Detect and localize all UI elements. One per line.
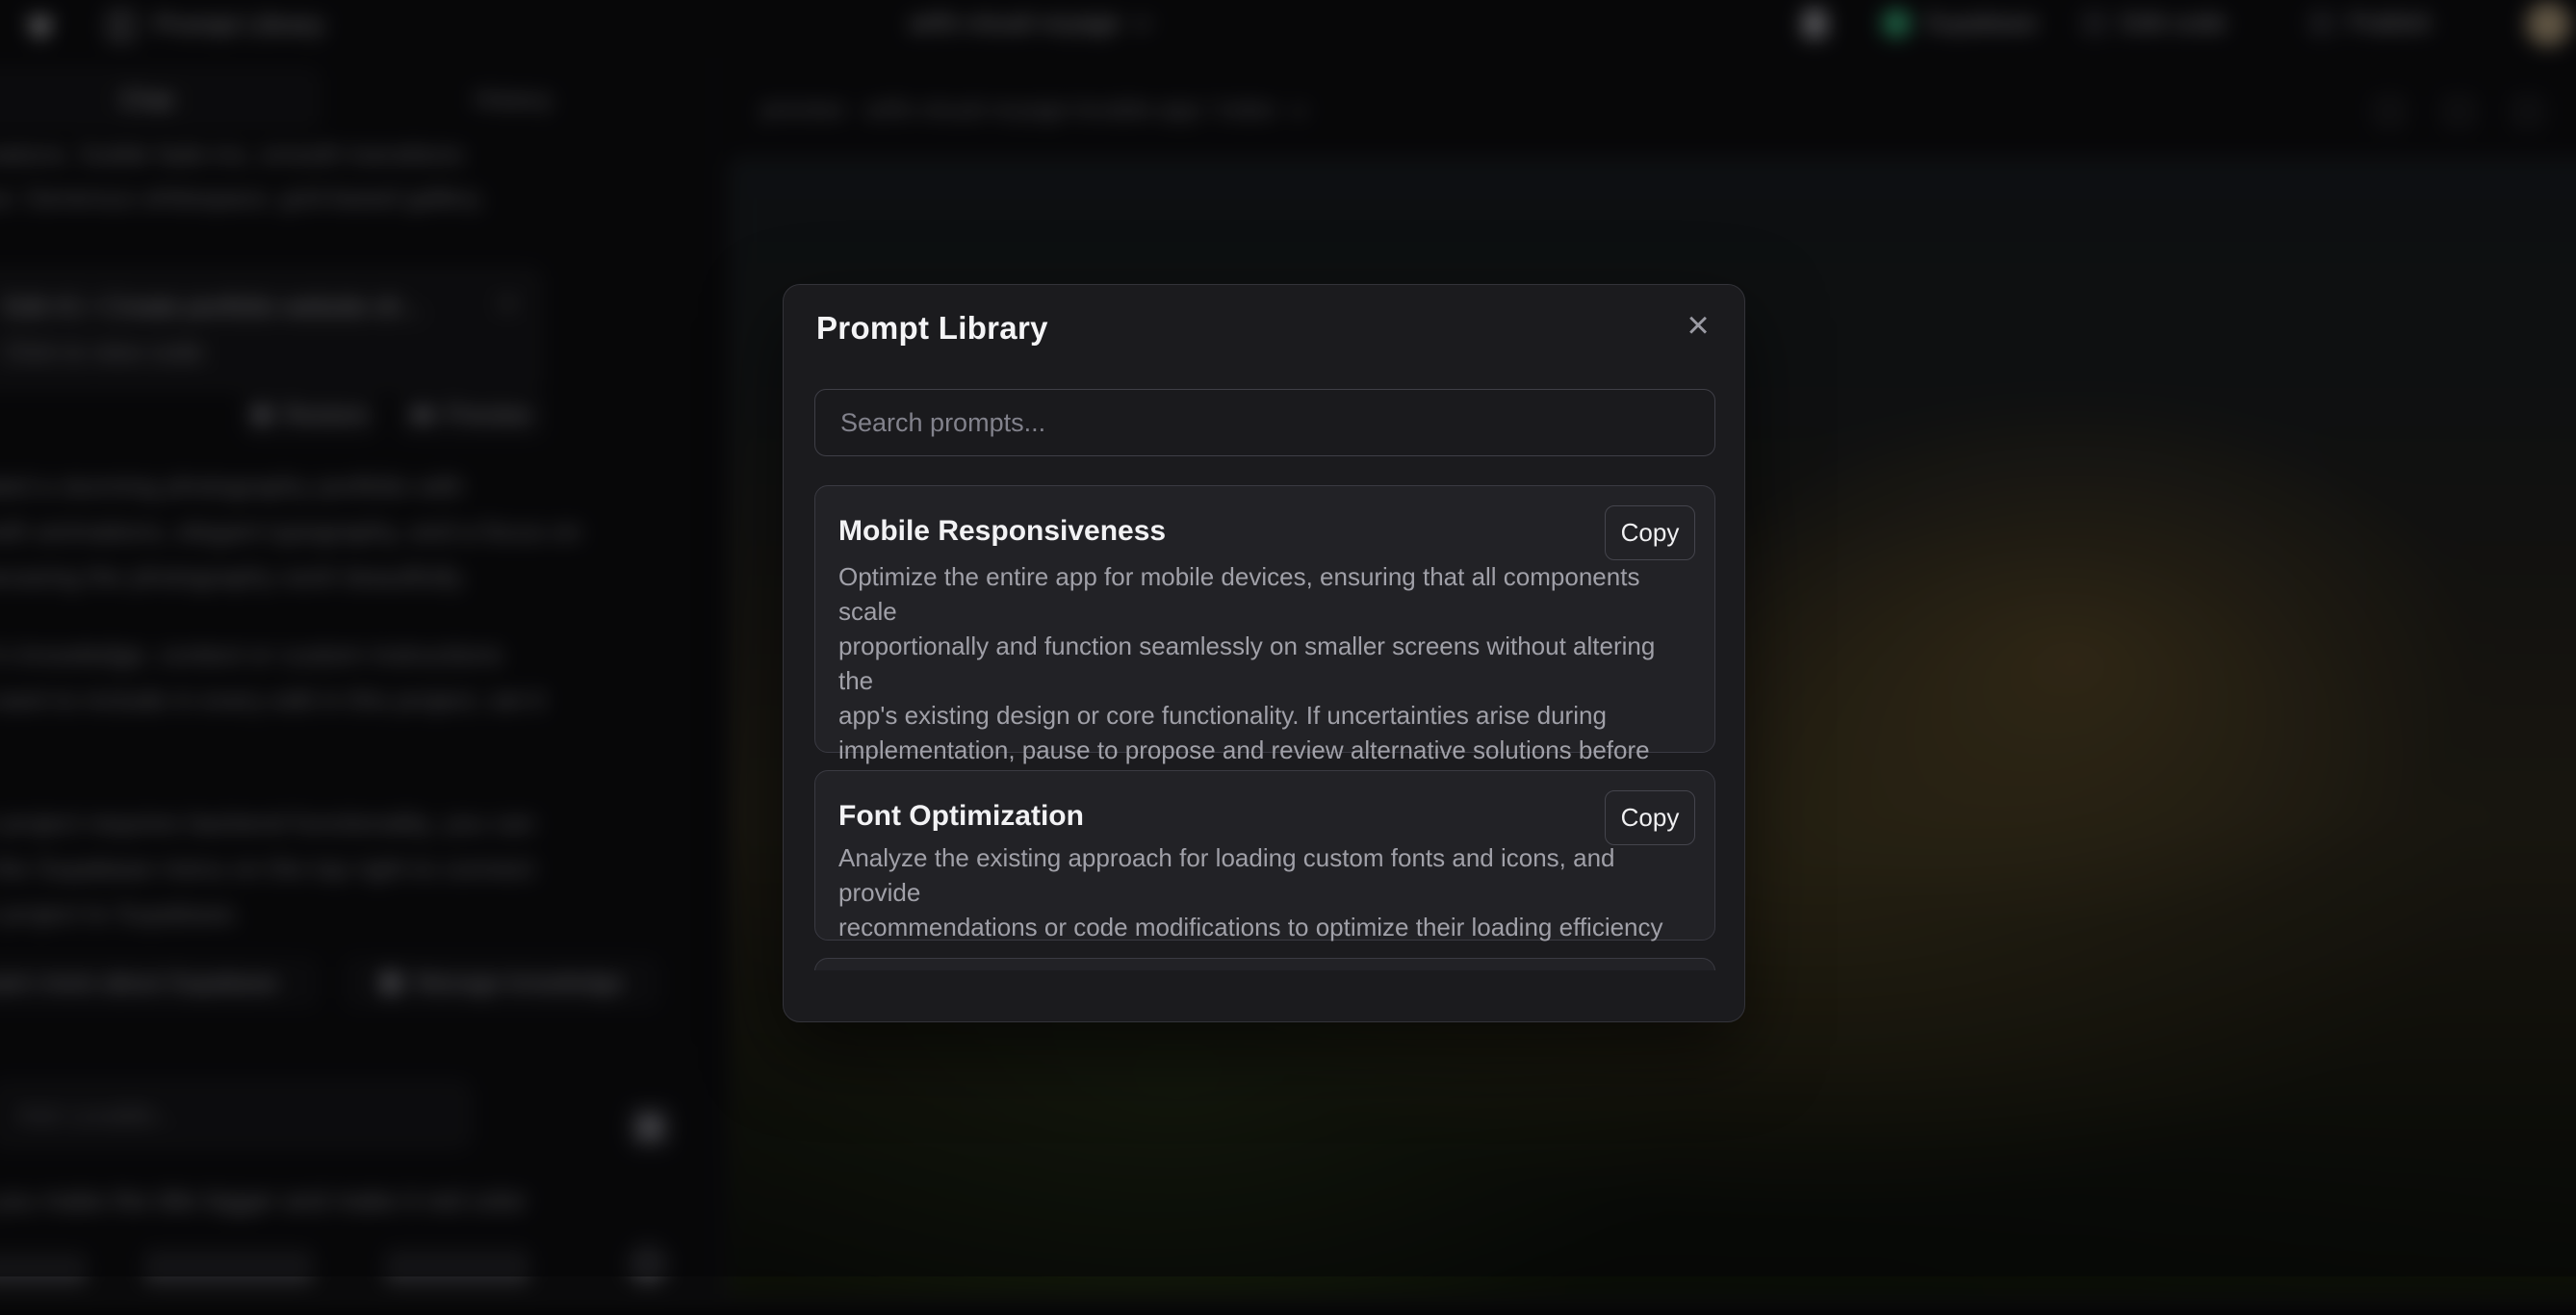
search-input[interactable] xyxy=(814,389,1715,456)
prompt-library-dialog: Prompt Library × Mobile Responsiveness C… xyxy=(783,284,1745,1022)
copy-button[interactable]: Copy xyxy=(1605,505,1695,560)
prompt-title: Mobile Responsiveness xyxy=(838,515,1166,548)
prompt-card-mobile-responsiveness[interactable]: Mobile Responsiveness Copy Optimize the … xyxy=(814,485,1715,753)
dialog-title: Prompt Library xyxy=(816,310,1048,347)
close-icon: × xyxy=(1687,304,1709,347)
prompt-card-clipped[interactable] xyxy=(814,958,1715,970)
prompt-list[interactable]: Mobile Responsiveness Copy Optimize the … xyxy=(814,485,1715,970)
copy-button[interactable]: Copy xyxy=(1605,790,1695,845)
prompt-card-font-optimization[interactable]: Font Optimization Copy Analyze the exist… xyxy=(814,770,1715,941)
close-button[interactable]: × xyxy=(1677,306,1719,348)
prompt-description: Optimize the entire app for mobile devic… xyxy=(838,559,1695,802)
prompt-description: Analyze the existing approach for loadin… xyxy=(838,840,1695,944)
prompt-title: Font Optimization xyxy=(838,800,1084,833)
